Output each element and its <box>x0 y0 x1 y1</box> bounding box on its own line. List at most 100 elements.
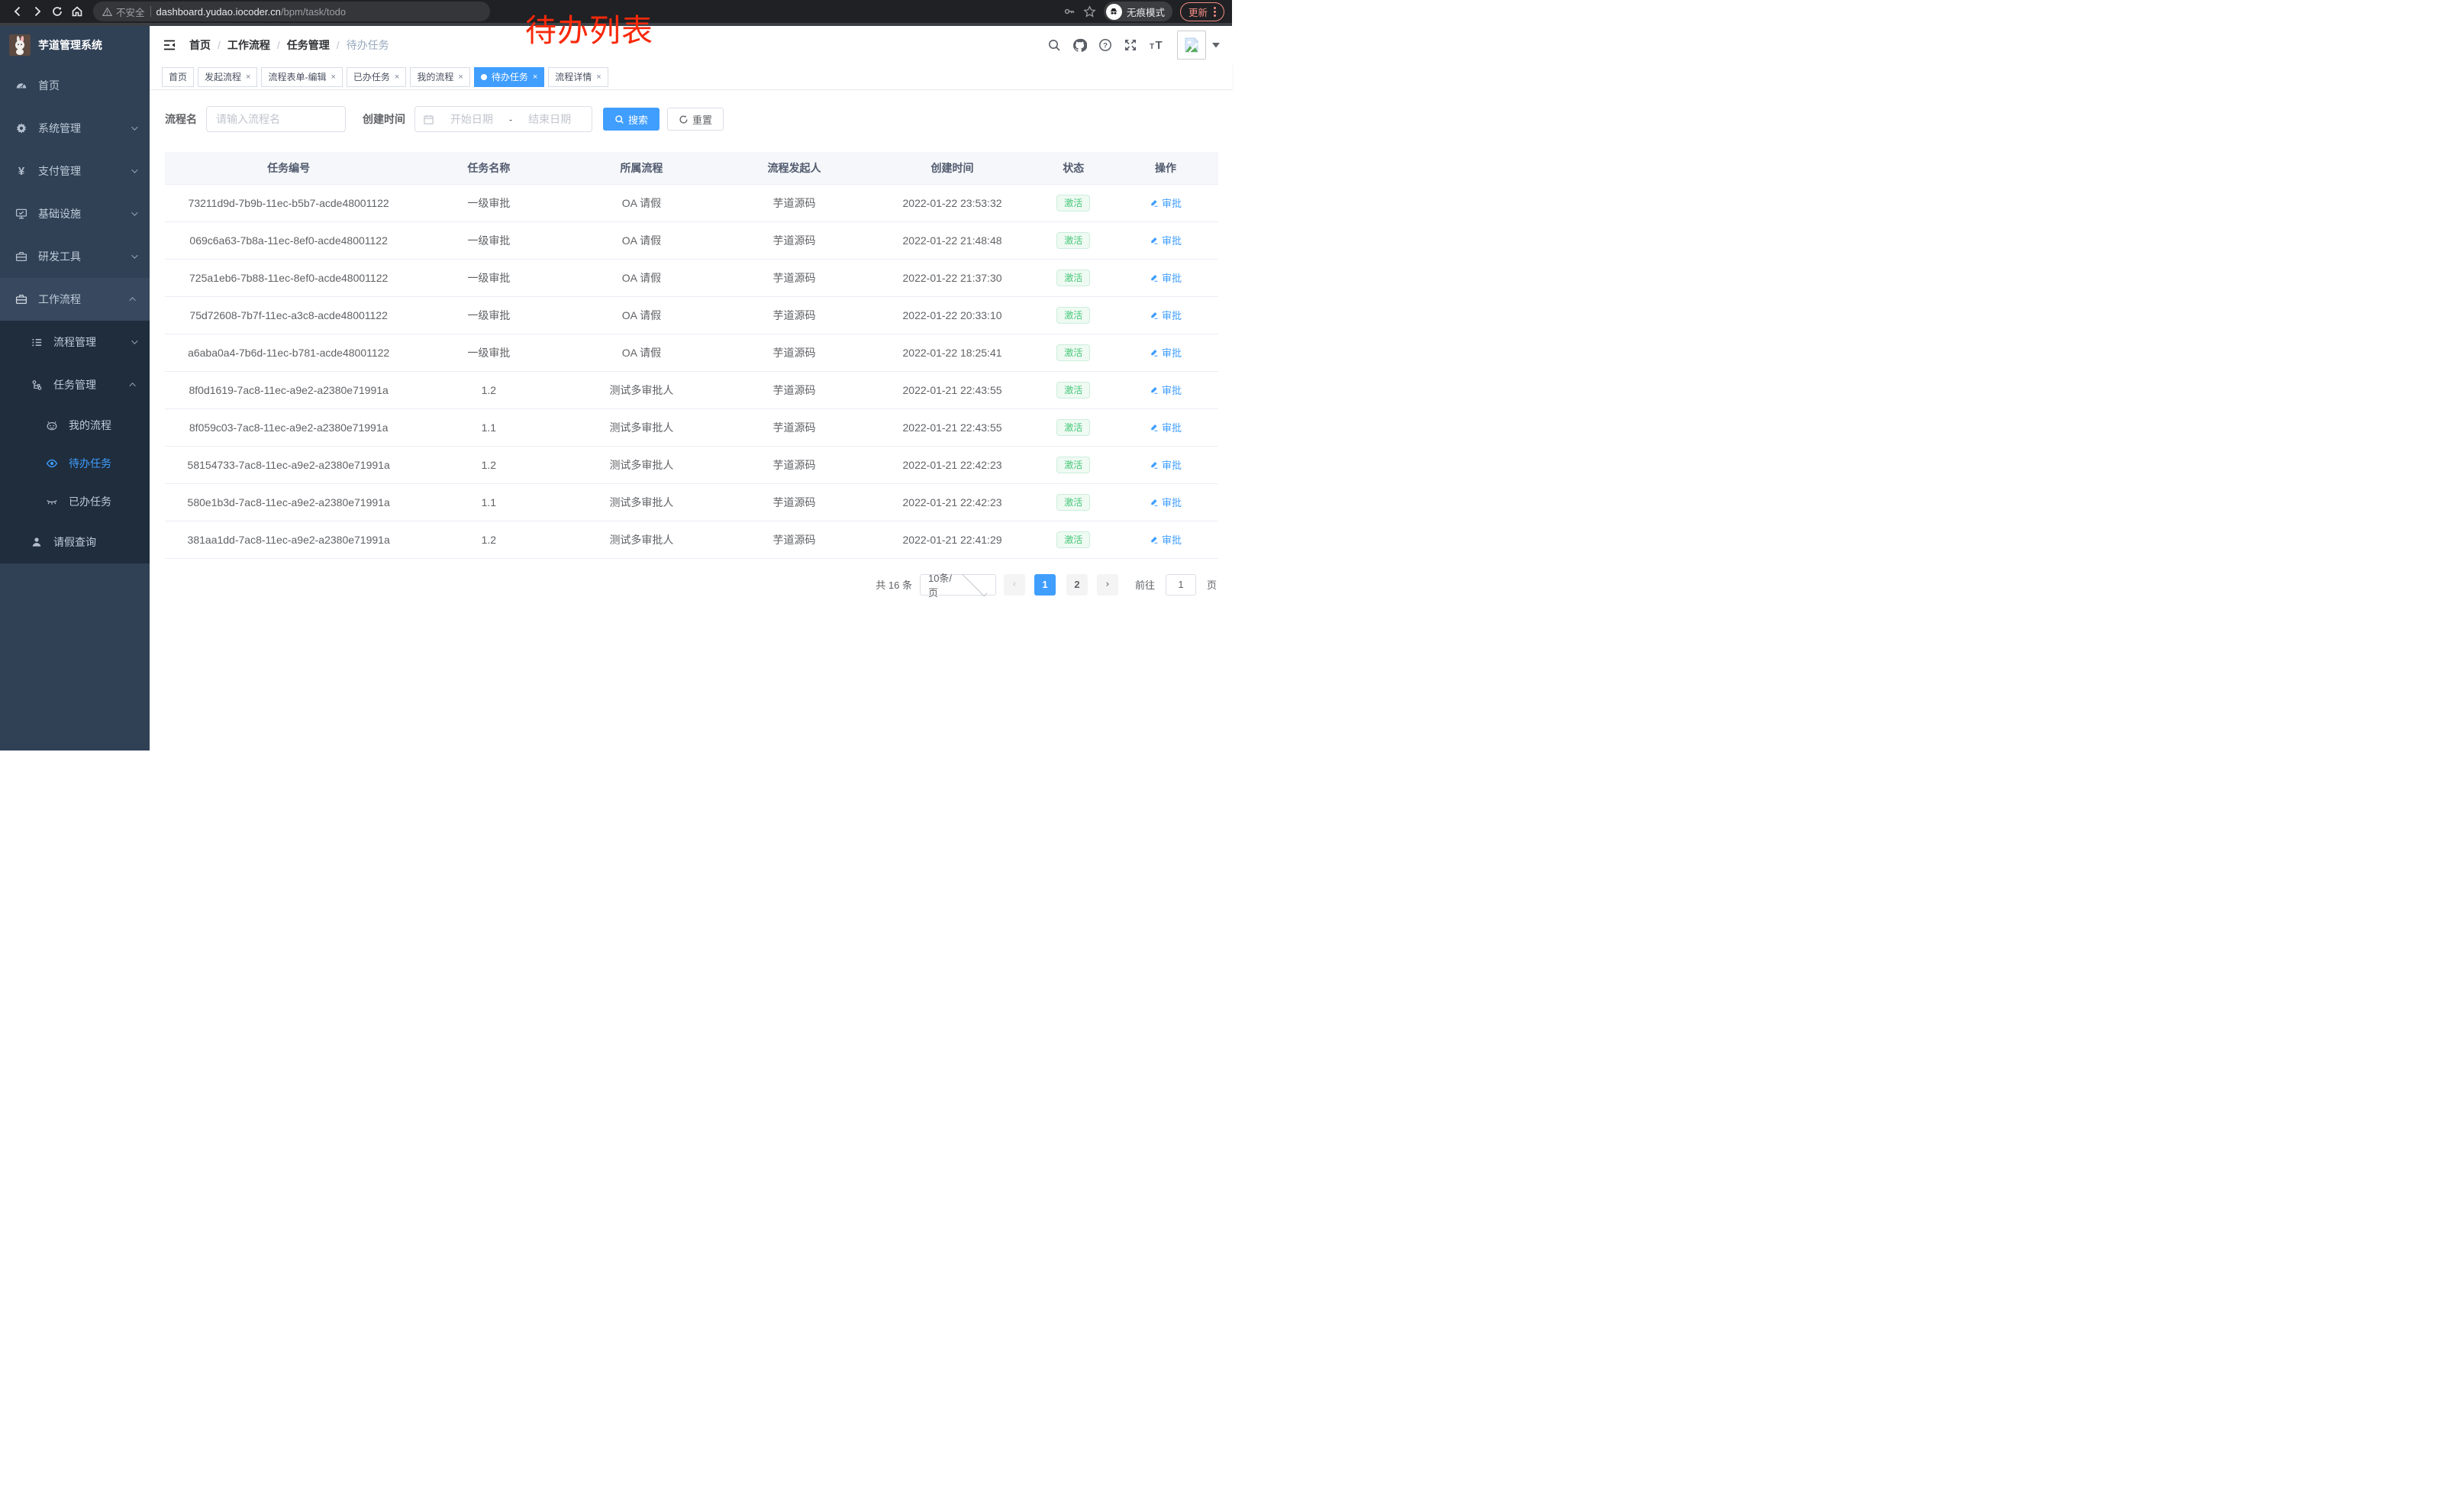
yen-icon: ¥ <box>15 165 27 177</box>
pencil-icon <box>1150 311 1159 320</box>
breadcrumb-home[interactable]: 首页 <box>189 37 211 53</box>
goto-label: 前往 <box>1135 577 1155 592</box>
font-size-icon[interactable]: TT <box>1149 38 1166 52</box>
warning-icon <box>102 7 112 17</box>
sidebar-item-payment[interactable]: ¥ 支付管理 <box>0 150 150 192</box>
back-icon[interactable] <box>8 2 27 21</box>
chevron-up-icon <box>129 383 135 389</box>
fullscreen-icon[interactable] <box>1124 38 1137 52</box>
sidebar-item-home[interactable]: 首页 <box>0 64 150 107</box>
table-header-row: 任务编号 任务名称 所属流程 流程发起人 创建时间 状态 操作 <box>165 152 1218 184</box>
avatar[interactable] <box>1177 31 1206 60</box>
breadcrumb-workflow[interactable]: 工作流程 <box>227 37 270 53</box>
sidebar-item-process-mgmt[interactable]: 流程管理 <box>0 321 150 363</box>
page-size-select[interactable]: 10条/页 <box>920 574 996 596</box>
close-icon[interactable]: × <box>533 73 537 82</box>
security-warning[interactable]: 不安全 <box>102 5 145 19</box>
status-badge: 激活 <box>1056 531 1090 548</box>
status-badge: 激活 <box>1056 270 1090 286</box>
close-icon[interactable]: × <box>596 73 601 82</box>
forward-icon[interactable] <box>27 2 47 21</box>
close-icon[interactable]: × <box>331 73 335 82</box>
col-process: 所属流程 <box>565 152 718 184</box>
sidebar-item-leave-query[interactable]: 请假查询 <box>0 521 150 563</box>
github-icon[interactable] <box>1072 38 1087 53</box>
pagination: 共 16 条 10条/页 ‹ 1 2 › 前往 页 <box>165 574 1218 596</box>
table-row: 8f059c03-7ac8-11ec-a9e2-a2380e71991a 1.1… <box>165 408 1218 446</box>
status-badge: 激活 <box>1056 494 1090 511</box>
tab-process-detail[interactable]: 流程详情 × <box>548 67 608 87</box>
reset-button[interactable]: 重置 <box>667 108 724 131</box>
help-icon[interactable]: ? <box>1098 38 1112 52</box>
tab-todo-tasks[interactable]: 待办任务 × <box>474 67 544 87</box>
search-icon[interactable] <box>1047 38 1061 52</box>
breadcrumb-task-mgmt[interactable]: 任务管理 <box>287 37 330 53</box>
incognito-label: 无痕模式 <box>1127 5 1165 19</box>
breadcrumb-current: 待办任务 <box>347 37 389 53</box>
user-avatar-menu[interactable] <box>1177 31 1220 60</box>
prev-page-button[interactable]: ‹ <box>1004 574 1025 596</box>
approve-link[interactable]: 审批 <box>1150 233 1182 247</box>
tab-done-tasks[interactable]: 已办任务 × <box>347 67 406 87</box>
reload-icon[interactable] <box>47 2 67 21</box>
tab-start-process[interactable]: 发起流程 × <box>198 67 257 87</box>
goto-page-input[interactable] <box>1166 574 1196 596</box>
chevron-down-icon <box>131 252 137 258</box>
chevron-down-icon <box>131 337 137 344</box>
close-icon[interactable]: × <box>246 73 250 82</box>
sidebar-item-system[interactable]: 系统管理 <box>0 107 150 150</box>
tab-home[interactable]: 首页 <box>162 67 194 87</box>
sidebar-item-task-mgmt[interactable]: 任务管理 <box>0 363 150 406</box>
page-2-button[interactable]: 2 <box>1066 574 1088 596</box>
approve-link[interactable]: 审批 <box>1150 345 1182 360</box>
page-content: 流程名 创建时间 开始日期 - 结束日期 搜索 重置 <box>150 90 1232 750</box>
app-title: 芋道管理系统 <box>38 37 102 53</box>
update-button[interactable]: 更新 <box>1180 2 1224 21</box>
sidebar-item-done-tasks[interactable]: 已办任务 <box>0 483 150 521</box>
key-icon[interactable] <box>1063 5 1076 18</box>
sidebar-collapse-icon[interactable] <box>162 37 177 53</box>
process-name-input[interactable] <box>206 106 346 132</box>
approve-link[interactable]: 审批 <box>1150 308 1182 322</box>
approve-link[interactable]: 审批 <box>1150 457 1182 472</box>
sidebar-item-workflow[interactable]: 工作流程 <box>0 278 150 321</box>
approve-link[interactable]: 审批 <box>1150 383 1182 397</box>
pencil-icon <box>1150 423 1159 432</box>
sidebar-item-devtools[interactable]: 研发工具 <box>0 235 150 278</box>
start-date-placeholder: 开始日期 <box>437 111 506 127</box>
approve-link[interactable]: 审批 <box>1150 195 1182 210</box>
page-1-button[interactable]: 1 <box>1034 574 1056 596</box>
close-icon[interactable]: × <box>395 73 399 82</box>
bookmark-star-icon[interactable] <box>1083 5 1096 18</box>
date-range-picker[interactable]: 开始日期 - 结束日期 <box>414 106 592 132</box>
tab-form-edit[interactable]: 流程表单-编辑 × <box>261 67 342 87</box>
pencil-icon <box>1150 535 1159 544</box>
home-icon[interactable] <box>67 2 87 21</box>
pencil-icon <box>1150 460 1159 470</box>
caret-down-icon <box>1212 43 1220 48</box>
sidebar-item-todo-tasks[interactable]: 待办任务 <box>0 444 150 483</box>
approve-link[interactable]: 审批 <box>1150 270 1182 285</box>
app-logo[interactable]: 芋道管理系统 <box>0 26 150 64</box>
tab-my-process[interactable]: 我的流程 × <box>410 67 469 87</box>
approve-link[interactable]: 审批 <box>1150 420 1182 434</box>
status-badge: 激活 <box>1056 195 1090 211</box>
col-task-name: 任务名称 <box>412 152 565 184</box>
update-label: 更新 <box>1188 5 1208 19</box>
incognito-icon <box>1106 4 1122 20</box>
search-button[interactable]: 搜索 <box>603 108 660 131</box>
sidebar-item-infra[interactable]: 基础设施 <box>0 192 150 235</box>
close-icon[interactable]: × <box>458 73 463 82</box>
sidebar-item-my-process[interactable]: 我的流程 <box>0 406 150 444</box>
svg-text:T: T <box>1156 39 1163 52</box>
browser-menu-icon[interactable] <box>1214 7 1216 17</box>
status-badge: 激活 <box>1056 344 1090 361</box>
address-bar[interactable]: 不安全 dashboard.yudao.iocoder.cn/bpm/task/… <box>93 2 490 21</box>
table-row: 73211d9d-7b9b-11ec-b5b7-acde48001122 一级审… <box>165 184 1218 221</box>
insecure-label: 不安全 <box>116 5 145 19</box>
approve-link[interactable]: 审批 <box>1150 532 1182 547</box>
status-badge: 激活 <box>1056 457 1090 473</box>
approve-link[interactable]: 审批 <box>1150 495 1182 509</box>
flow-tree-icon <box>31 379 43 391</box>
next-page-button[interactable]: › <box>1097 574 1118 596</box>
